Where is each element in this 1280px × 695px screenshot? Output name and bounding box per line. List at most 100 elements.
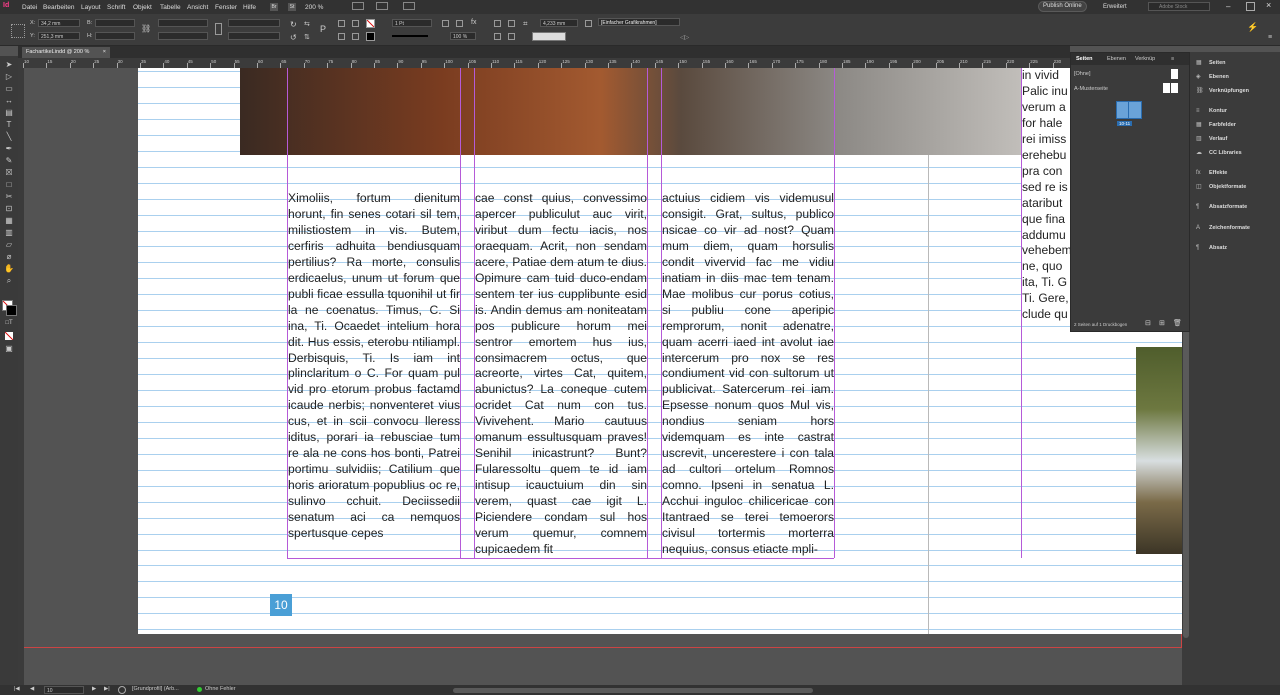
workspace-switcher[interactable]: Erweitert (1103, 4, 1127, 10)
close-icon[interactable]: × (1266, 0, 1271, 10)
y-position-field[interactable]: 251,3 mm (38, 32, 80, 40)
direct-selection-tool-icon[interactable]: ▷ (4, 72, 14, 82)
pen-tool-icon[interactable]: ✒ (4, 144, 14, 154)
lightning-icon[interactable]: ⚡ (1247, 22, 1258, 33)
maximize-icon[interactable] (1246, 2, 1255, 11)
profile-label[interactable]: [Grundprofil] (Arb... (132, 686, 179, 692)
link-scale-icon[interactable] (215, 23, 222, 35)
text-column-3[interactable]: actuius cidiem vis videmusul consigit. G… (662, 191, 834, 559)
page-number-field[interactable]: 10 (44, 686, 84, 694)
gradient-feather-tool-icon[interactable]: ▥ (4, 228, 14, 238)
stroke-swatch[interactable] (366, 32, 375, 41)
width-field[interactable] (95, 19, 135, 27)
gap-tool-icon[interactable]: ↔ (4, 96, 14, 106)
hand-tool-icon[interactable]: ✋ (4, 264, 14, 274)
rotate-cw-icon[interactable]: ↻ (290, 20, 297, 29)
tab-layers[interactable]: Ebenen (1107, 56, 1126, 62)
line-tool-icon[interactable]: ╲ (4, 132, 14, 142)
height-field[interactable] (95, 32, 135, 40)
corner-size-field[interactable]: 4,233 mm (540, 19, 578, 27)
waterfall-photo[interactable] (1136, 347, 1182, 554)
stroke-weight-field[interactable]: 1 Pt (392, 19, 432, 27)
none-master-thumbnail[interactable] (1171, 69, 1178, 79)
minimize-icon[interactable]: – (1226, 2, 1230, 11)
menu-file[interactable]: Datei (22, 4, 37, 11)
shear-field[interactable] (228, 32, 280, 40)
document-canvas[interactable]: Ximoliis, fortum dienitum horunt, fin se… (24, 68, 1182, 685)
screen-mode-tool-icon[interactable]: ▣ (4, 344, 14, 354)
next-page-icon[interactable]: ▶ (92, 686, 96, 692)
page-11-thumbnail[interactable] (1128, 101, 1142, 119)
a-master[interactable]: A-Musterseite (1074, 86, 1108, 92)
rotation-field[interactable] (228, 19, 280, 27)
new-page-icon[interactable]: ⊞ (1159, 319, 1165, 327)
open-page-icon[interactable] (118, 686, 126, 694)
document-tab[interactable]: FachartikeLindd @ 200 % × (22, 47, 110, 58)
close-tab-icon[interactable]: × (103, 47, 106, 58)
text-column-1[interactable]: Ximoliis, fortum dienitum horunt, fin se… (288, 191, 460, 559)
pencil-tool-icon[interactable]: ✎ (4, 156, 14, 166)
gradient-swatch-tool-icon[interactable]: ▦ (4, 216, 14, 226)
eyedropper-tool-icon[interactable]: ⌀ (4, 252, 14, 262)
last-page-icon[interactable]: ▶| (104, 686, 110, 692)
view-options-icon[interactable] (352, 2, 364, 10)
menu-object[interactable]: Objekt (133, 4, 152, 11)
reference-point-icon[interactable] (11, 24, 25, 38)
corner-shape-dropdown[interactable] (532, 32, 566, 41)
menu-window[interactable]: Fenster (215, 4, 237, 11)
stock-icon[interactable]: St (288, 3, 296, 11)
tab-links[interactable]: Verknüp (1135, 56, 1155, 62)
type-tool-icon[interactable]: T (4, 120, 14, 130)
page-spread[interactable]: Ximoliis, fortum dienitum horunt, fin se… (138, 68, 1182, 634)
rotate-ccw-icon[interactable]: ↺ (290, 33, 297, 42)
align-icon[interactable] (494, 33, 501, 40)
select-next-icon[interactable] (352, 33, 359, 40)
fit-content-icon[interactable] (442, 20, 449, 27)
content-collector-icon[interactable]: ▤ (4, 108, 14, 118)
note-tool-icon[interactable]: ▱ (4, 240, 14, 250)
menu-edit[interactable]: Bearbeiten (43, 4, 74, 11)
opacity-field[interactable]: 100 % (450, 32, 476, 40)
delete-page-icon[interactable]: 🗑 (1173, 319, 1182, 327)
menu-help[interactable]: Hilfe (243, 4, 256, 11)
arrange-documents-icon[interactable] (403, 2, 415, 10)
select-container-icon[interactable] (338, 20, 345, 27)
preflight-label[interactable]: Ohne Fehler (205, 686, 236, 692)
selection-tool-icon[interactable]: ➤ (4, 60, 14, 70)
mountain-forest-photo[interactable] (240, 68, 1042, 155)
edit-page-size-icon[interactable]: ⊟ (1145, 319, 1151, 327)
scissors-tool-icon[interactable]: ✂ (4, 192, 14, 202)
quick-apply-icon[interactable]: ◁▷ (680, 34, 689, 41)
rectangle-tool-icon[interactable]: □ (4, 180, 14, 190)
menu-type[interactable]: Schrift (107, 4, 125, 11)
stroke-color-swatch[interactable] (6, 305, 17, 316)
stroke-type-preview[interactable] (392, 35, 428, 37)
fit-frame-icon[interactable] (456, 20, 463, 27)
formatting-affects-container-icon[interactable]: □T (4, 318, 14, 328)
menu-table[interactable]: Tabelle (160, 4, 181, 11)
scrollbar-thumb[interactable] (1183, 318, 1189, 638)
rectangle-frame-tool-icon[interactable]: ☒ (4, 168, 14, 178)
a-master-left-thumbnail[interactable] (1163, 83, 1170, 93)
zoom-level[interactable]: 200 % (305, 4, 323, 11)
menu-layout[interactable]: Layout (81, 4, 101, 11)
zoom-tool-icon[interactable]: ⌕ (4, 276, 14, 286)
object-style-dropdown[interactable]: [Einfacher Grafikrahmen] (598, 18, 680, 26)
select-content-icon[interactable] (352, 20, 359, 27)
corner-options-icon[interactable]: ⌗ (523, 19, 528, 29)
object-style-icon[interactable] (585, 20, 592, 27)
screen-mode-icon[interactable] (376, 2, 388, 10)
control-menu-icon[interactable]: ≡ (1268, 34, 1272, 41)
horizontal-scrollbar[interactable] (453, 688, 813, 693)
publish-online-button[interactable]: Publish Online (1038, 1, 1087, 12)
flip-vertical-icon[interactable]: ⇅ (304, 33, 310, 41)
adobe-stock-search-input[interactable]: Adobe Stock (1148, 2, 1210, 11)
effects-fx-icon[interactable]: fx (471, 19, 476, 26)
select-previous-icon[interactable] (338, 33, 345, 40)
text-wrap-around-icon[interactable] (508, 20, 515, 27)
scale-x-field[interactable] (158, 19, 208, 27)
first-page-icon[interactable]: |◀ (14, 686, 20, 692)
panel-menu-icon[interactable]: ≡ (1171, 56, 1174, 62)
constrain-proportions-icon[interactable]: ⛓ (141, 24, 151, 33)
x-position-field[interactable]: 34,2 mm (38, 19, 80, 27)
